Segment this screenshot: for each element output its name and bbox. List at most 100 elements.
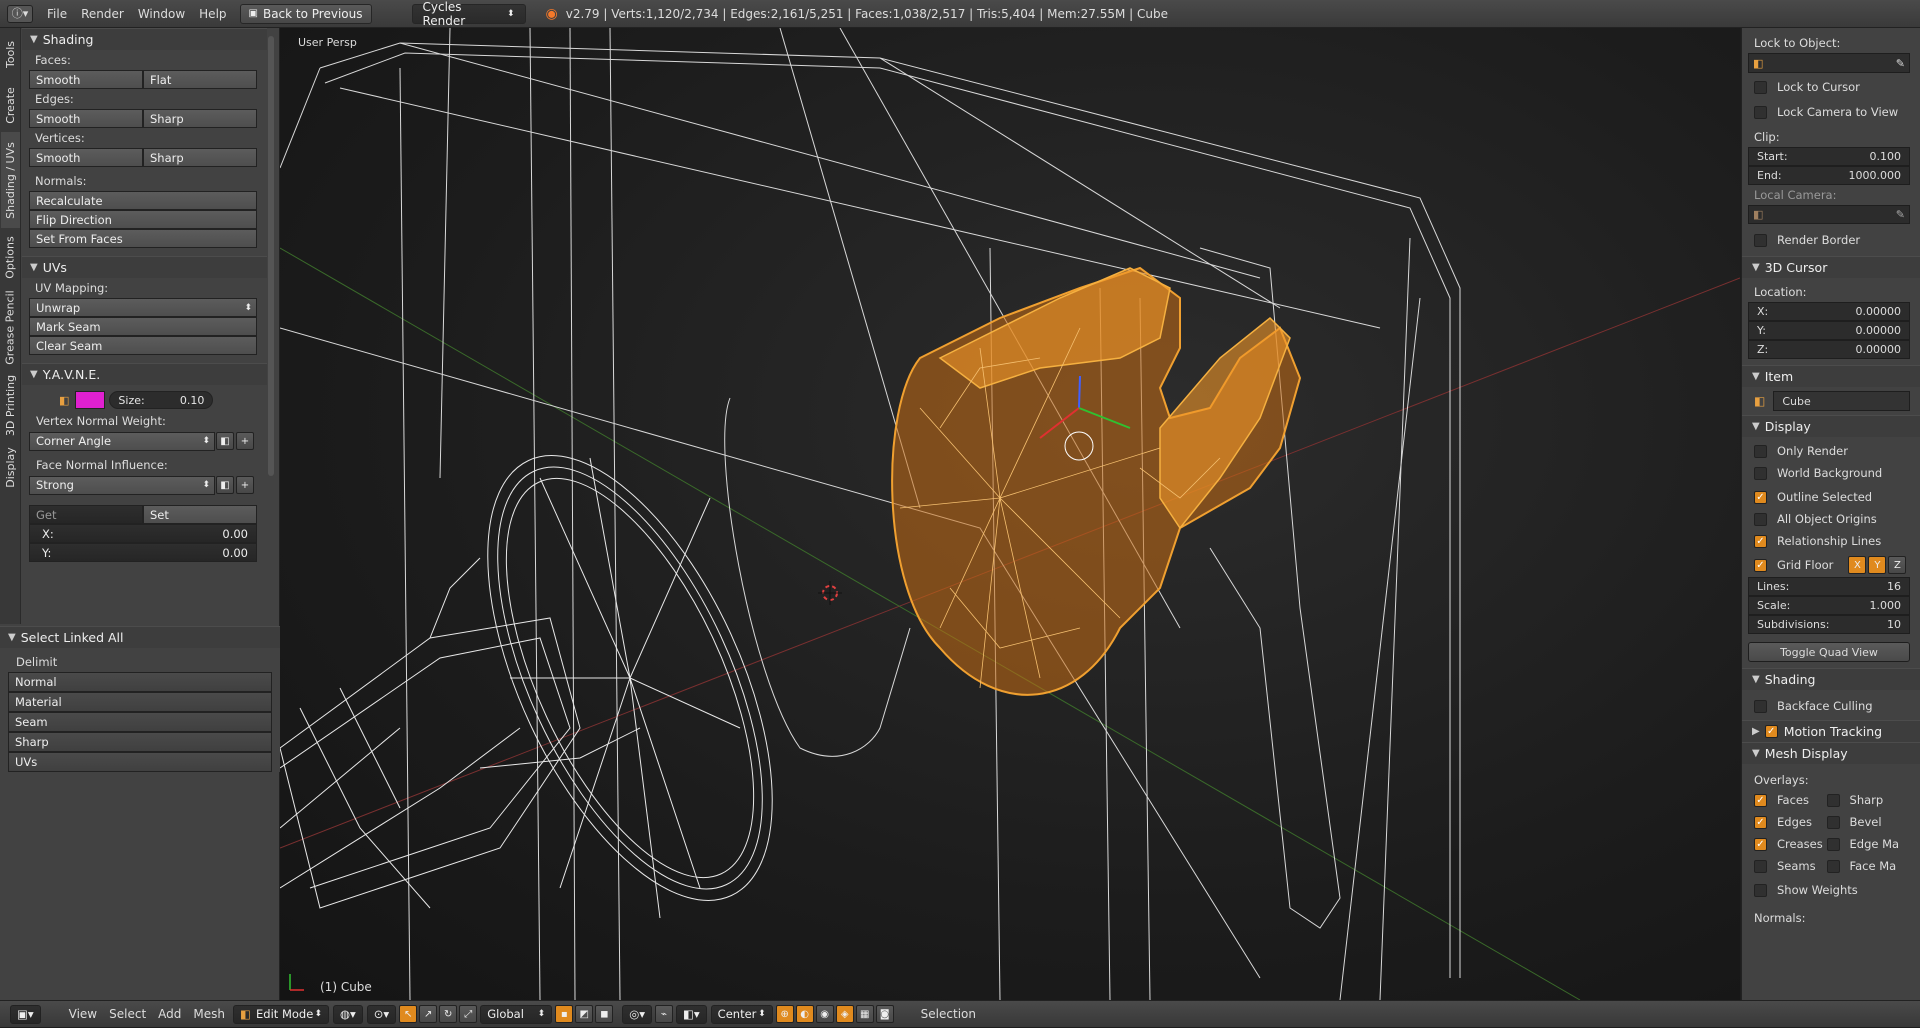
- preset-icon[interactable]: ◧: [216, 432, 234, 450]
- tab-display[interactable]: Display: [1, 442, 20, 492]
- menu-window[interactable]: Window: [131, 0, 192, 28]
- outline-selected-row[interactable]: ✓ Outline Selected: [1742, 487, 1920, 507]
- grid-scale-field[interactable]: Scale: 1.000: [1748, 596, 1910, 615]
- ov-faces-checkbox[interactable]: ✓: [1754, 793, 1767, 807]
- delimit-material-toggle[interactable]: Material: [8, 692, 272, 712]
- vertex-select-icon[interactable]: ▪: [555, 1005, 574, 1023]
- info-icon[interactable]: ⓘ▾: [0, 0, 40, 28]
- faces-flat-button[interactable]: Flat: [143, 70, 257, 89]
- ov-creases-checkbox[interactable]: ✓: [1754, 837, 1767, 851]
- world-bg-checkbox[interactable]: [1754, 466, 1767, 480]
- mode-select[interactable]: ◧ Edit Mode ⬍: [232, 1004, 329, 1024]
- motion-tracking-header[interactable]: ▶ ✓ Motion Tracking: [1742, 720, 1920, 742]
- tab-options[interactable]: Options: [1, 232, 20, 282]
- menu-help[interactable]: Help: [192, 0, 233, 28]
- 3d-viewport[interactable]: User Persp (1) Cube: [280, 28, 1740, 1000]
- vertices-sharp-button[interactable]: Sharp: [143, 148, 257, 167]
- cursor-panel-header[interactable]: ▼ 3D Cursor: [1742, 256, 1920, 278]
- menu-add[interactable]: Add: [152, 1001, 187, 1028]
- proportional-edit-icon[interactable]: ◎▾: [622, 1004, 653, 1024]
- ov-edges-row[interactable]: ✓ Edges: [1742, 812, 1827, 832]
- shading-panel-header[interactable]: ▼ Shading: [1742, 668, 1920, 690]
- lock-object-field[interactable]: ◧ ✎: [1748, 53, 1910, 73]
- ov-facema-checkbox[interactable]: [1826, 859, 1840, 873]
- menu-view[interactable]: View: [63, 1001, 103, 1028]
- flip-direction-button[interactable]: Flip Direction: [29, 210, 257, 229]
- all-origins-row[interactable]: All Object Origins: [1742, 509, 1920, 529]
- pivot-point-icon[interactable]: ⊙▾: [366, 1004, 397, 1024]
- clip-start-field[interactable]: Start: 0.100: [1748, 147, 1910, 166]
- tab-create[interactable]: Create: [1, 80, 20, 130]
- edges-smooth-button[interactable]: Smooth: [29, 109, 143, 128]
- clip-end-field[interactable]: End: 1000.000: [1748, 166, 1910, 185]
- viewport-shading-icon[interactable]: ◍▾: [332, 1004, 363, 1024]
- delimit-normal-toggle[interactable]: Normal: [8, 672, 272, 692]
- mesh-display-header[interactable]: ▼ Mesh Display: [1742, 742, 1920, 764]
- ov-sharp-row[interactable]: Sharp: [1826, 790, 1920, 810]
- eyedropper-icon[interactable]: ✎: [1896, 57, 1905, 70]
- ov-faces-row[interactable]: ✓ Faces: [1742, 790, 1827, 810]
- ov-facema-row[interactable]: Face Ma: [1826, 856, 1920, 876]
- ov-bevel-row[interactable]: Bevel: [1826, 812, 1920, 832]
- menu-render[interactable]: Render: [74, 0, 131, 28]
- set-from-faces-button[interactable]: Set From Faces: [29, 229, 257, 248]
- orientation-select[interactable]: Global ⬍: [480, 1004, 553, 1024]
- outline-selected-checkbox[interactable]: ✓: [1754, 490, 1767, 504]
- render-animation-icon[interactable]: ▦: [855, 1005, 874, 1023]
- ov-edges-checkbox[interactable]: ✓: [1754, 815, 1767, 829]
- uvs-panel-header[interactable]: ▼ UVs: [22, 256, 267, 278]
- scale-icon[interactable]: ⤢: [459, 1005, 478, 1023]
- lock-camera-row[interactable]: Lock Camera to View: [1742, 102, 1920, 122]
- fni-select[interactable]: Strong ⬍: [29, 475, 215, 495]
- faces-smooth-button[interactable]: Smooth: [29, 70, 143, 89]
- translate-icon[interactable]: ↗: [419, 1005, 438, 1023]
- snap-toggle-icon[interactable]: ⌁: [655, 1005, 674, 1023]
- menu-select[interactable]: Select: [103, 1001, 152, 1028]
- item-panel-header[interactable]: ▼ Item: [1742, 365, 1920, 387]
- rotate-icon[interactable]: ↻: [439, 1005, 458, 1023]
- menu-mesh[interactable]: Mesh: [187, 1001, 231, 1028]
- world-bg-row[interactable]: World Background: [1742, 463, 1920, 483]
- x-field[interactable]: X: 0.00: [29, 524, 257, 543]
- tab-shading-uvs[interactable]: Shading / UVs: [1, 132, 20, 228]
- normal-color-swatch[interactable]: [75, 391, 106, 409]
- delimit-sharp-toggle[interactable]: Sharp: [8, 732, 272, 752]
- tab-tools[interactable]: Tools: [1, 32, 20, 76]
- preset-icon[interactable]: ◧: [216, 476, 234, 494]
- display-panel-header[interactable]: ▼ Display: [1742, 415, 1920, 437]
- motion-tracking-checkbox[interactable]: ✓: [1764, 725, 1778, 738]
- relationship-lines-checkbox[interactable]: ✓: [1754, 534, 1767, 548]
- get-button[interactable]: Get: [29, 505, 143, 524]
- grid-floor-checkbox[interactable]: ✓: [1754, 558, 1767, 572]
- render-border-checkbox[interactable]: [1754, 233, 1767, 247]
- axis-z-toggle[interactable]: Z: [1888, 556, 1907, 574]
- vnw-select[interactable]: Corner Angle ⬍: [29, 431, 215, 451]
- mark-seam-button[interactable]: Mark Seam: [29, 317, 257, 336]
- recalculate-button[interactable]: Recalculate: [29, 191, 257, 210]
- lock-to-cursor-row[interactable]: Lock to Cursor: [1742, 77, 1920, 97]
- snap-project-icon[interactable]: ◉: [815, 1005, 834, 1023]
- show-weights-checkbox[interactable]: [1754, 883, 1767, 897]
- clear-seam-button[interactable]: Clear Seam: [29, 336, 257, 355]
- size-field[interactable]: Size: 0.10: [109, 391, 214, 409]
- ov-bevel-checkbox[interactable]: [1826, 815, 1840, 829]
- show-weights-row[interactable]: Show Weights: [1742, 880, 1920, 900]
- ov-sharp-checkbox[interactable]: [1826, 793, 1840, 807]
- ov-edgema-checkbox[interactable]: [1826, 837, 1840, 851]
- cursor-z-field[interactable]: Z: 0.00000: [1748, 340, 1910, 359]
- camera-render-icon[interactable]: ◙: [875, 1005, 894, 1023]
- tab-grease-pencil[interactable]: Grease Pencil: [1, 286, 20, 368]
- axis-y-toggle[interactable]: Y: [1868, 556, 1887, 574]
- snap-rotation-icon[interactable]: ◐: [795, 1005, 814, 1023]
- face-select-icon[interactable]: ◼: [595, 1005, 614, 1023]
- shading-panel-header[interactable]: ▼ Shading: [22, 28, 267, 50]
- back-to-previous-button[interactable]: ▣ Back to Previous: [239, 3, 372, 24]
- yavne-panel-header[interactable]: ▼ Y.A.V.N.E.: [22, 363, 267, 385]
- pivot-select[interactable]: Center ⬍: [710, 1004, 773, 1024]
- tab-3d-printing[interactable]: 3D Printing: [1, 372, 20, 438]
- relationship-lines-row[interactable]: ✓ Relationship Lines: [1742, 531, 1920, 551]
- only-render-row[interactable]: Only Render: [1742, 441, 1920, 461]
- unwrap-menu[interactable]: Unwrap ⬍: [29, 298, 257, 317]
- set-button[interactable]: Set: [143, 505, 257, 524]
- snap-element-icon[interactable]: ◧▾: [676, 1004, 707, 1024]
